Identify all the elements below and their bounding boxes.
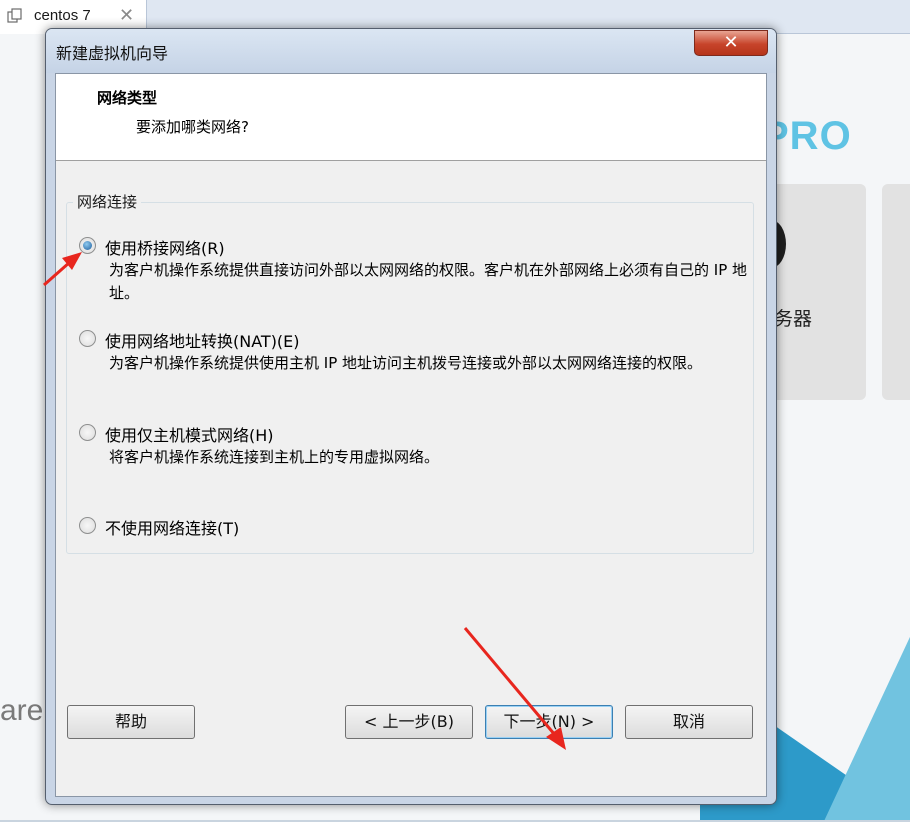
brand-text: are xyxy=(0,694,44,727)
new-vm-wizard-dialog: 新建虚拟机向导 ✕ 网络类型 要添加哪类网络? 网络连接 使用桥接网络(R) 为… xyxy=(45,28,777,805)
group-label: 网络连接 xyxy=(73,191,142,212)
close-tab-icon[interactable]: ✕ xyxy=(119,6,134,26)
close-button[interactable]: ✕ xyxy=(694,30,768,56)
vm-icon xyxy=(7,8,22,23)
help-button[interactable]: 帮助 xyxy=(67,705,195,739)
page-title: 网络类型 xyxy=(97,89,158,107)
radio-button[interactable] xyxy=(79,424,96,441)
back-button[interactable]: < 上一步(B) xyxy=(345,705,473,739)
network-connection-group: 网络连接 使用桥接网络(R) 为客户机操作系统提供直接访问外部以太网网络的权限。… xyxy=(66,191,754,554)
cancel-button[interactable]: 取消 xyxy=(625,705,753,739)
tab-label: centos 7 xyxy=(34,7,91,24)
dialog-title: 新建虚拟机向导 xyxy=(56,44,169,63)
option-description: 为客户机操作系统提供使用主机 IP 地址访问主机拨号连接或外部以太网网络连接的权… xyxy=(109,354,703,372)
radio-button[interactable] xyxy=(79,330,96,347)
option-label[interactable]: 使用桥接网络(R) xyxy=(105,235,225,259)
home-card[interactable] xyxy=(882,184,910,400)
next-button[interactable]: 下一步(N) > xyxy=(485,705,613,739)
radio-button[interactable] xyxy=(79,517,96,534)
option-label[interactable]: 使用仅主机模式网络(H) xyxy=(105,422,274,446)
option-label[interactable]: 不使用网络连接(T) xyxy=(105,515,239,539)
close-icon: ✕ xyxy=(723,32,739,53)
wizard-header: 网络类型 要添加哪类网络? xyxy=(56,74,766,161)
option-description: 为客户机操作系统提供直接访问外部以太网网络的权限。客户机在外部网络上必须有自己的… xyxy=(109,261,748,302)
page-subtitle: 要添加哪类网络? xyxy=(136,118,249,136)
card-label: 务器 xyxy=(774,308,813,330)
option-label[interactable]: 使用网络地址转换(NAT)(E) xyxy=(105,328,300,352)
radio-button[interactable] xyxy=(79,237,96,254)
title-bar[interactable]: 新建虚拟机向导 ✕ xyxy=(46,29,776,73)
option-description: 将客户机操作系统连接到主机上的专用虚拟网络。 xyxy=(109,448,440,466)
dialog-body: 网络类型 要添加哪类网络? 网络连接 使用桥接网络(R) 为客户机操作系统提供直… xyxy=(55,73,767,797)
